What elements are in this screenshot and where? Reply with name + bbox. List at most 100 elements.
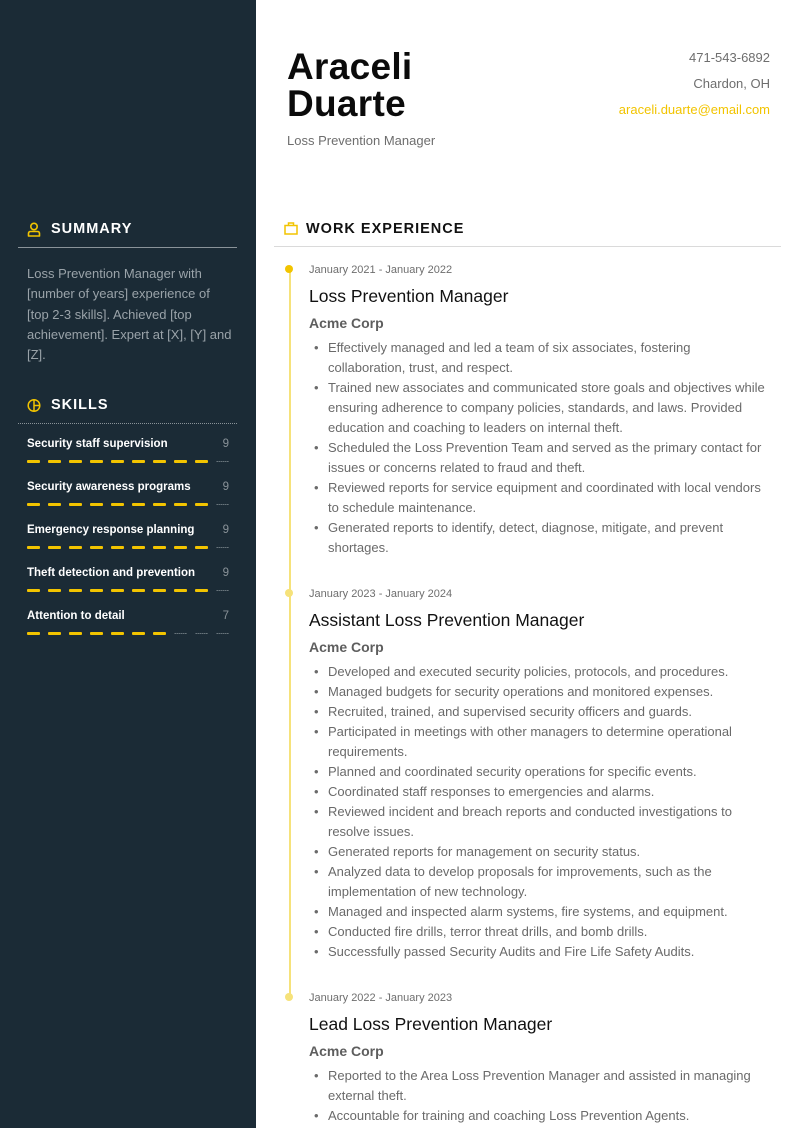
skill-segment-filled <box>90 459 103 463</box>
skill-segment-filled <box>48 502 61 506</box>
skill-segment-filled <box>69 588 82 592</box>
summary-text: Loss Prevention Manager with [number of … <box>27 266 232 363</box>
skill-name: Theft detection and prevention <box>27 567 196 579</box>
skill-row: Attention to detail 7 <box>27 610 229 622</box>
summary-title: SUMMARY <box>51 221 133 237</box>
skills-title: SKILLS <box>51 397 109 413</box>
skill-segment-filled <box>195 545 208 549</box>
skill-segment-filled <box>132 459 145 463</box>
work-experience-header: WORK EXPERIENCE <box>284 219 464 239</box>
skill-item: Emergency response planning 9 <box>18 524 237 549</box>
job-entry: January 2022 - January 2023 Lead Loss Pre… <box>285 991 769 1126</box>
skill-segment-filled <box>27 588 40 592</box>
skill-segment-filled <box>174 502 187 506</box>
skill-value: 9 <box>222 438 229 450</box>
job-dates: January 2022 - January 2023 <box>309 992 453 1004</box>
candidate-role: Loss Prevention Manager <box>287 133 436 148</box>
job-entry: January 2023 - January 2024 Assistant Los… <box>285 587 769 962</box>
job-bullet: Effectively managed and led a team of si… <box>309 338 769 378</box>
skill-level-bar <box>27 502 229 506</box>
job-bullets: Developed and executed security policies… <box>309 662 769 962</box>
skill-segment-filled <box>111 502 124 506</box>
skill-row: Theft detection and prevention 9 <box>27 567 229 579</box>
job-bullet: Successfully passed Security Audits and … <box>309 942 769 962</box>
summary-divider <box>18 247 237 248</box>
job-bullet: Coordinated staff responses to emergenci… <box>309 782 769 802</box>
skill-name: Attention to detail <box>27 610 125 622</box>
skill-segment-filled <box>174 588 187 592</box>
job-bullet: Planned and coordinated security operati… <box>309 762 769 782</box>
skill-segment-filled <box>27 631 40 635</box>
skill-segment-filled <box>69 459 82 463</box>
skill-segment-filled <box>111 588 124 592</box>
job-bullet: Recruited, trained, and supervised secur… <box>309 702 769 722</box>
skill-name: Security staff supervision <box>27 438 168 450</box>
job-bullet: Scheduled the Loss Prevention Team and s… <box>309 438 769 478</box>
skill-value: 9 <box>222 567 229 579</box>
skill-segment-filled <box>69 545 82 549</box>
skill-value: 7 <box>222 610 229 622</box>
skill-segment-empty <box>216 503 229 505</box>
briefcase-icon <box>284 222 298 236</box>
skill-segment-filled <box>153 545 166 549</box>
skill-segment-filled <box>195 459 208 463</box>
skills-divider <box>18 423 237 424</box>
timeline-dot <box>285 993 293 1001</box>
skill-segment-filled <box>174 459 187 463</box>
job-bullet: Conducted fire drills, terror threat dri… <box>309 922 769 942</box>
job-title: Lead Loss Prevention Manager <box>309 1014 553 1034</box>
sidebar: SUMMARY Loss Prevention Manager with [nu… <box>0 0 256 1128</box>
work-experience-divider <box>274 246 781 247</box>
skills-section: SKILLS Security staff supervision 9 Securi… <box>18 394 237 635</box>
skills-header: SKILLS <box>18 394 237 416</box>
skill-value: 9 <box>222 481 229 493</box>
contact-info: 471-543-6892 Chardon, OH araceli.duarte@… <box>619 50 770 128</box>
location: Chardon, OH <box>693 76 770 91</box>
skill-segment-filled <box>153 631 166 635</box>
skill-item: Security awareness programs 9 <box>18 481 237 506</box>
timeline-dot <box>285 265 293 273</box>
job-bullet: Reviewed incident and breach reports and… <box>309 802 769 842</box>
job-bullets: Effectively managed and led a team of si… <box>309 338 769 558</box>
summary-header: SUMMARY <box>18 218 237 240</box>
job-company: Acme Corp <box>309 1043 384 1059</box>
skill-segment-filled <box>132 631 145 635</box>
timeline-dot <box>285 589 293 597</box>
skill-segment-filled <box>48 459 61 463</box>
main-content: Araceli Duarte Loss Prevention Manager 4… <box>256 0 800 1128</box>
job-bullet: Generated reports to identify, detect, d… <box>309 518 769 558</box>
skill-segment-filled <box>111 545 124 549</box>
skill-segment-filled <box>174 545 187 549</box>
skill-segment-filled <box>48 631 61 635</box>
skill-row: Emergency response planning 9 <box>27 524 229 536</box>
skill-value: 9 <box>222 524 229 536</box>
timeline-line <box>289 269 291 999</box>
skill-segment-empty <box>216 460 229 462</box>
first-name: Araceli <box>287 46 413 87</box>
skill-segment-filled <box>132 545 145 549</box>
job-dates: January 2021 - January 2022 <box>309 264 453 276</box>
skill-item: Attention to detail 7 <box>18 610 237 635</box>
skill-level-bar <box>27 588 229 592</box>
job-company: Acme Corp <box>309 639 384 655</box>
skill-segment-filled <box>195 502 208 506</box>
skill-segment-filled <box>132 588 145 592</box>
skill-level-bar <box>27 631 229 635</box>
job-entry: January 2021 - January 2022 Loss Preventi… <box>285 263 769 558</box>
skill-segment-filled <box>111 631 124 635</box>
candidate-name: Araceli Duarte <box>287 48 413 122</box>
skill-segment-filled <box>27 459 40 463</box>
skill-segment-filled <box>111 459 124 463</box>
email-link[interactable]: araceli.duarte@email.com <box>619 102 770 128</box>
skill-segment-filled <box>153 502 166 506</box>
job-bullet: Reviewed reports for service equipment a… <box>309 478 769 518</box>
job-title: Assistant Loss Prevention Manager <box>309 610 585 630</box>
skill-segment-filled <box>90 502 103 506</box>
skill-segment-empty <box>195 632 208 634</box>
job-bullet: Developed and executed security policies… <box>309 662 769 682</box>
skill-segment-filled <box>69 502 82 506</box>
skill-segment-filled <box>27 502 40 506</box>
phone: 471-543-6892 <box>689 50 770 65</box>
skills-list: Security staff supervision 9 Security awar… <box>18 438 237 635</box>
job-title: Loss Prevention Manager <box>309 286 509 306</box>
